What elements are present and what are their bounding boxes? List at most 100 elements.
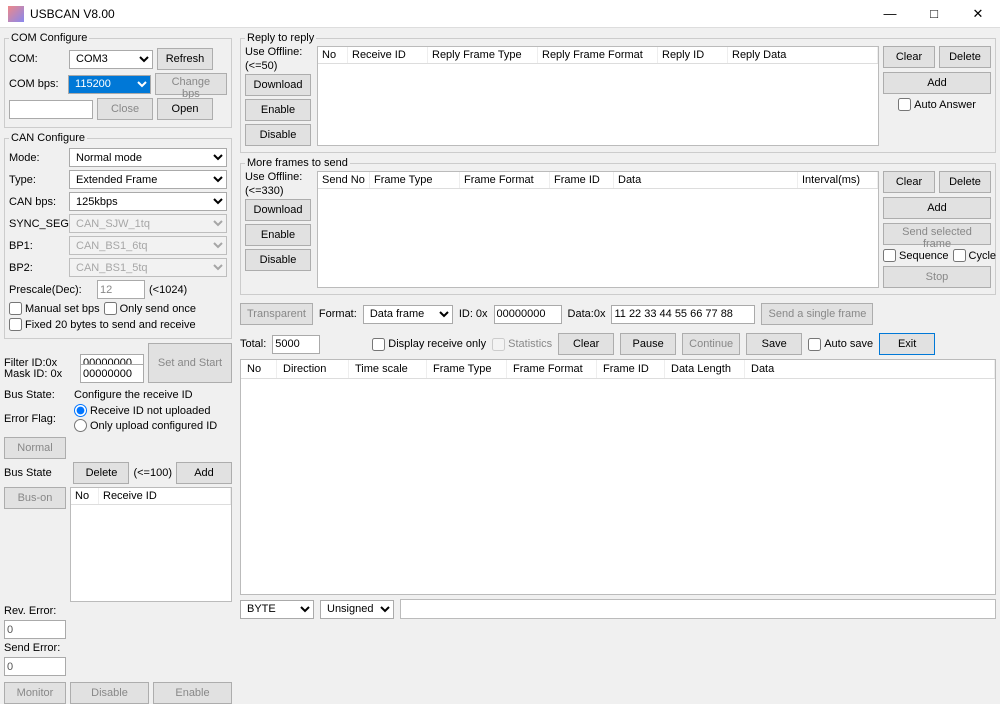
rxid-add-button[interactable]: Add: [176, 462, 232, 484]
type-label: Type:: [9, 174, 65, 186]
prescale-input: [97, 280, 145, 299]
more-frames-group: More frames to send Use Offline: (<=330)…: [240, 157, 996, 295]
format-label: Format:: [319, 308, 357, 320]
com-select[interactable]: COM3: [69, 50, 153, 69]
format-select[interactable]: Data frame: [363, 305, 453, 324]
close-button[interactable]: ✕: [956, 0, 1000, 28]
can-bps-select[interactable]: 125kbps: [69, 192, 227, 211]
maximize-button[interactable]: □: [912, 0, 956, 28]
auto-save-check[interactable]: Auto save: [808, 338, 873, 351]
cycle-check[interactable]: Cycle: [953, 249, 997, 262]
prescale-label: Prescale(Dec):: [9, 284, 93, 296]
refresh-button[interactable]: Refresh: [157, 48, 213, 70]
reply-disable-button[interactable]: Disable: [245, 124, 311, 146]
log-pause-button[interactable]: Pause: [620, 333, 676, 355]
close-com-button[interactable]: Close: [97, 98, 153, 120]
log-save-button[interactable]: Save: [746, 333, 802, 355]
log-col-no: No: [241, 360, 277, 378]
bp2-label: BP2:: [9, 262, 65, 274]
type-select[interactable]: Extended Frame: [69, 170, 227, 189]
more-col-sno: Send No: [318, 172, 370, 188]
transparent-button[interactable]: Transparent: [240, 303, 313, 325]
more-col-data: Data: [614, 172, 798, 188]
exit-button[interactable]: Exit: [879, 333, 935, 355]
log-col-fid: Frame ID: [597, 360, 665, 378]
window-title: USBCAN V8.00: [30, 7, 868, 21]
reply-download-button[interactable]: Download: [245, 74, 311, 96]
monitor-button[interactable]: Monitor: [4, 682, 66, 704]
more-delete-button[interactable]: Delete: [939, 171, 991, 193]
id-label: ID: 0x: [459, 308, 488, 320]
reply-table[interactable]: No Receive ID Reply Frame Type Reply Fra…: [317, 46, 879, 146]
manual-bps-check[interactable]: Manual set bps: [9, 302, 100, 315]
bp1-select: CAN_BS1_6tq: [69, 236, 227, 255]
log-table[interactable]: No Direction Time scale Frame Type Frame…: [240, 359, 996, 595]
more-col-ft: Frame Type: [370, 172, 460, 188]
mode-select[interactable]: Normal mode: [69, 148, 227, 167]
reply-col-rplyid: Reply ID: [658, 47, 728, 63]
only-configured-radio[interactable]: Only upload configured ID: [74, 419, 232, 432]
more-enable-button[interactable]: Enable: [245, 224, 311, 246]
send-single-button[interactable]: Send a single frame: [761, 303, 873, 325]
open-com-button[interactable]: Open: [157, 98, 213, 120]
log-clear-button[interactable]: Clear: [558, 333, 614, 355]
com-label: COM:: [9, 53, 65, 65]
rxid-delete-button[interactable]: Delete: [73, 462, 129, 484]
more-clear-button[interactable]: Clear: [883, 171, 935, 193]
display-rx-only-check[interactable]: Display receive only: [372, 338, 486, 351]
com-extra-input[interactable]: [9, 100, 93, 119]
more-useoffline-hint: (<=330): [245, 185, 313, 197]
data-input[interactable]: [611, 305, 755, 324]
stop-button[interactable]: Stop: [883, 266, 991, 288]
total-input[interactable]: [272, 335, 320, 354]
reply-add-button[interactable]: Add: [883, 72, 991, 94]
reply-delete-button[interactable]: Delete: [939, 46, 991, 68]
reply-col-rid: Receive ID: [348, 47, 428, 63]
mode-label: Mode:: [9, 152, 65, 164]
send-selected-button[interactable]: Send selected frame: [883, 223, 991, 245]
disable-button[interactable]: Disable: [70, 682, 149, 704]
only-send-once-check[interactable]: Only send once: [104, 302, 196, 315]
auto-answer-check[interactable]: Auto Answer: [883, 98, 991, 111]
more-disable-button[interactable]: Disable: [245, 249, 311, 271]
reply-group: Reply to reply Use Offline: (<=50) Downl…: [240, 32, 996, 153]
reply-col-no: No: [318, 47, 348, 63]
rxid-table[interactable]: No Receive ID: [70, 487, 232, 602]
rxid-col-rid: Receive ID: [99, 488, 231, 504]
byte-select[interactable]: BYTE: [240, 600, 314, 619]
set-and-start-button[interactable]: Set and Start: [148, 343, 232, 383]
send-error-label: Send Error:: [4, 642, 70, 654]
enable-button[interactable]: Enable: [153, 682, 232, 704]
change-bps-button[interactable]: Change bps: [155, 73, 227, 95]
more-frames-legend: More frames to send: [245, 157, 350, 169]
error-flag-label: Error Flag:: [4, 413, 70, 425]
com-bps-select[interactable]: 115200: [68, 75, 151, 94]
bp1-label: BP1:: [9, 240, 65, 252]
app-icon: [8, 6, 24, 22]
more-col-intv: Interval(ms): [798, 172, 878, 188]
log-col-ts: Time scale: [349, 360, 427, 378]
id-input[interactable]: [494, 305, 562, 324]
reply-enable-button[interactable]: Enable: [245, 99, 311, 121]
bus-on-button: Bus-on: [4, 487, 66, 509]
can-configure-group: CAN Configure Mode:Normal mode Type:Exte…: [4, 132, 232, 339]
reply-clear-button[interactable]: Clear: [883, 46, 935, 68]
bp2-select: CAN_BS1_5tq: [69, 258, 227, 277]
log-col-dir: Direction: [277, 360, 349, 378]
mask-id-input[interactable]: [80, 364, 144, 383]
more-download-button[interactable]: Download: [245, 199, 311, 221]
signed-select[interactable]: Unsigned: [320, 600, 394, 619]
log-continue-button[interactable]: Continue: [682, 333, 740, 355]
rxid-col-no: No: [71, 488, 99, 504]
fixed-20-check[interactable]: Fixed 20 bytes to send and receive: [9, 318, 196, 331]
title-bar: USBCAN V8.00 — □ ✕: [0, 0, 1000, 28]
mask-id-label: Mask ID: 0x: [4, 368, 76, 380]
reply-useoffline-hint: (<=50): [245, 60, 313, 72]
rx-not-uploaded-radio[interactable]: Receive ID not uploaded: [74, 404, 232, 417]
more-col-fid: Frame ID: [550, 172, 614, 188]
more-add-button[interactable]: Add: [883, 197, 991, 219]
sequence-check[interactable]: Sequence: [883, 249, 949, 262]
more-frames-table[interactable]: Send No Frame Type Frame Format Frame ID…: [317, 171, 879, 288]
rxid-delete-hint: (<=100): [133, 467, 172, 479]
minimize-button[interactable]: —: [868, 0, 912, 28]
